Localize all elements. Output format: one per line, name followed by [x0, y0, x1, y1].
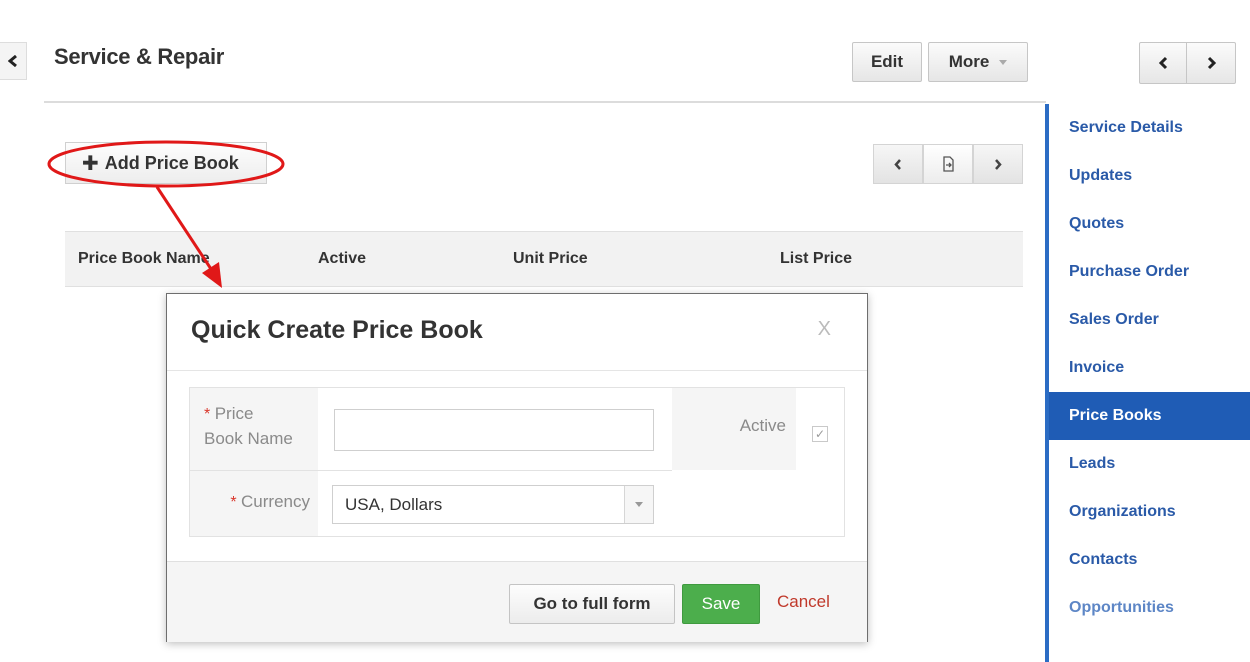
column-header-list-price[interactable]: List Price	[780, 232, 852, 286]
save-button[interactable]: Save	[682, 584, 760, 624]
column-header-price-book-name[interactable]: Price Book Name	[78, 232, 210, 286]
checkmark-icon: ✓	[814, 427, 826, 441]
dropdown-arrow-icon	[624, 486, 653, 523]
price-book-name-input[interactable]	[334, 409, 654, 451]
sidebar-item-invoice[interactable]: Invoice	[1049, 344, 1250, 392]
page: Service & Repair Edit More Service Detai…	[0, 0, 1250, 662]
page-title: Service & Repair	[54, 44, 225, 69]
more-dropdown[interactable]: More	[928, 42, 1028, 82]
related-list-sidebar: Service Details Updates Quotes Purchase …	[1045, 104, 1250, 662]
page-jump-button[interactable]	[923, 144, 973, 184]
active-label: Active	[739, 416, 786, 435]
modal-title: Quick Create Price Book	[191, 316, 483, 344]
header-divider	[44, 101, 1046, 103]
sidebar-item-leads[interactable]: Leads	[1049, 440, 1250, 488]
next-record-button[interactable]	[1186, 42, 1236, 84]
chevron-right-icon	[995, 158, 1002, 170]
price-book-name-label: * Price Book Name	[204, 404, 293, 448]
chevron-right-icon	[1207, 56, 1216, 70]
modal-divider	[167, 370, 867, 371]
sidebar-item-updates[interactable]: Updates	[1049, 152, 1250, 200]
add-price-book-button[interactable]: ✚ Add Price Book	[65, 142, 267, 184]
currency-selected-value: USA, Dollars	[345, 495, 443, 514]
sidebar-item-opportunities[interactable]: Opportunities	[1049, 584, 1250, 632]
sidebar-item-quotes[interactable]: Quotes	[1049, 200, 1250, 248]
plus-icon: ✚	[82, 152, 99, 175]
previous-record-button[interactable]	[1139, 42, 1187, 84]
active-label-cell: Active	[672, 388, 796, 470]
previous-page-button[interactable]	[873, 144, 923, 184]
chevron-left-icon	[8, 55, 17, 67]
caret-down-icon	[999, 59, 1008, 65]
currency-label-cell: * Currency	[190, 471, 318, 536]
next-page-button[interactable]	[973, 144, 1023, 184]
sidebar-item-purchase-order[interactable]: Purchase Order	[1049, 248, 1250, 296]
required-marker: *	[204, 406, 211, 423]
modal-footer: Go to full form Save Cancel	[167, 561, 867, 642]
sidebar-item-organizations[interactable]: Organizations	[1049, 488, 1250, 536]
more-label: More	[948, 52, 990, 71]
column-header-unit-price[interactable]: Unit Price	[513, 232, 588, 286]
edit-button[interactable]: Edit	[852, 42, 922, 82]
go-to-full-form-button[interactable]: Go to full form	[509, 584, 675, 624]
sidebar-item-service-details[interactable]: Service Details	[1049, 104, 1250, 152]
currency-select[interactable]: USA, Dollars	[332, 485, 654, 524]
sidebar-item-sales-order[interactable]: Sales Order	[1049, 296, 1250, 344]
chevron-left-icon	[894, 158, 901, 170]
sidebar-item-price-books[interactable]: Price Books	[1049, 392, 1250, 440]
cancel-link[interactable]: Cancel	[777, 592, 830, 612]
column-header-active[interactable]: Active	[318, 232, 366, 286]
price-book-form: * Price Book Name Active ✓ * Currency US…	[189, 387, 845, 537]
price-books-table-header: Price Book Name Active Unit Price List P…	[65, 231, 1023, 287]
quick-create-modal: Quick Create Price Book X * Price Book N…	[166, 293, 868, 642]
currency-label: * Currency	[230, 492, 310, 511]
chevron-left-icon	[1158, 56, 1167, 70]
collapse-panel-button[interactable]	[0, 42, 27, 80]
close-icon[interactable]: X	[818, 318, 831, 341]
add-price-book-label: Add Price Book	[104, 152, 239, 173]
name-label-cell: * Price Book Name	[190, 388, 318, 470]
sidebar-item-contacts[interactable]: Contacts	[1049, 536, 1250, 584]
page-jump-icon	[943, 156, 954, 172]
active-checkbox[interactable]: ✓	[812, 426, 828, 442]
